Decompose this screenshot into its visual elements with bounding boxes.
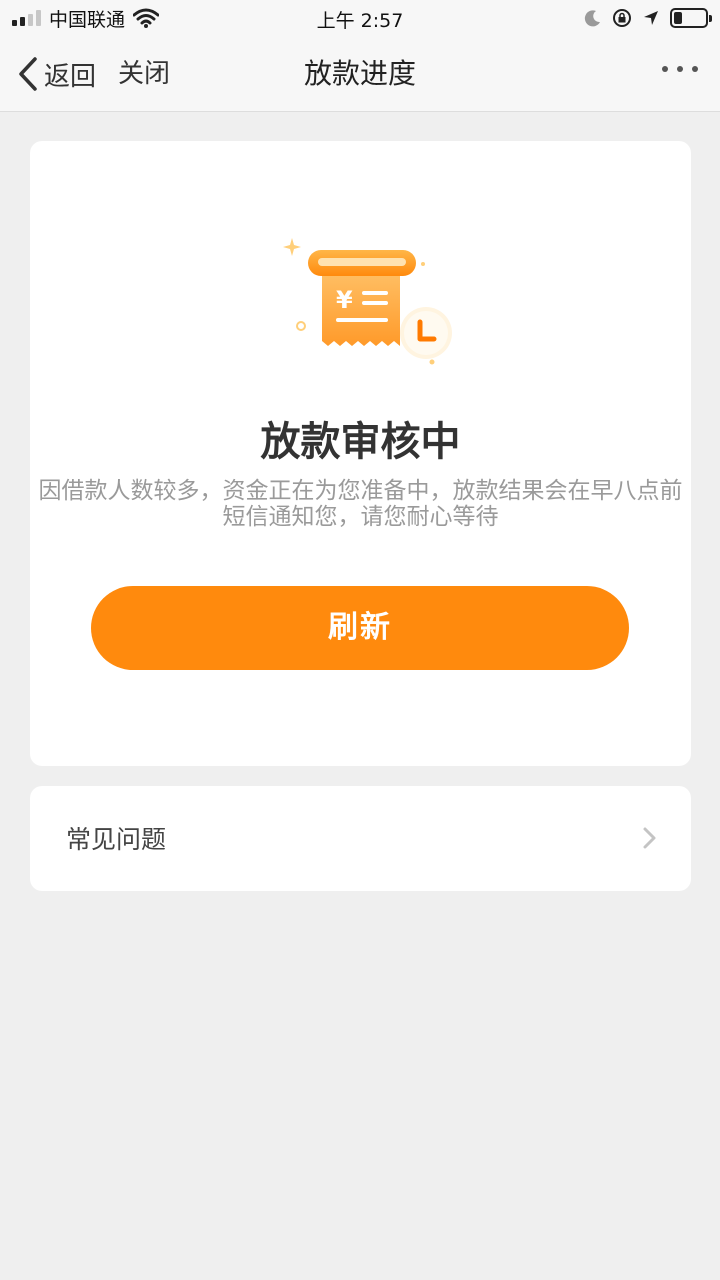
- nav-bar: 返回 关闭 放款进度: [0, 36, 720, 112]
- status-bar: 中国联通 上午 2:57: [0, 0, 720, 36]
- faq-label: 常见问题: [66, 825, 167, 854]
- page-title: 放款进度: [303, 57, 416, 90]
- faq-row[interactable]: 常见问题: [30, 786, 691, 891]
- battery-icon: [670, 8, 712, 28]
- yen-symbol: ¥: [336, 286, 353, 314]
- status-title: 放款审核中: [260, 419, 461, 465]
- status-description: 因借款人数较多，资金正在为您准备中，放款结果会在早八点前短信通知您，请您耐心等待: [38, 478, 683, 530]
- status-card: ¥ 放款审核中 因借款人数较多，资金正在为您准备中，放款结果会在早八点前短信通知…: [30, 141, 691, 766]
- more-icon[interactable]: [662, 66, 698, 72]
- status-right: [584, 7, 712, 29]
- refresh-button[interactable]: 刷新: [91, 586, 629, 670]
- moon-icon: [584, 10, 600, 27]
- location-icon: [644, 11, 658, 25]
- receipt-clock-icon: ¥: [283, 238, 452, 365]
- chevron-right-icon: [643, 827, 656, 849]
- orientation-lock-icon: [613, 9, 631, 27]
